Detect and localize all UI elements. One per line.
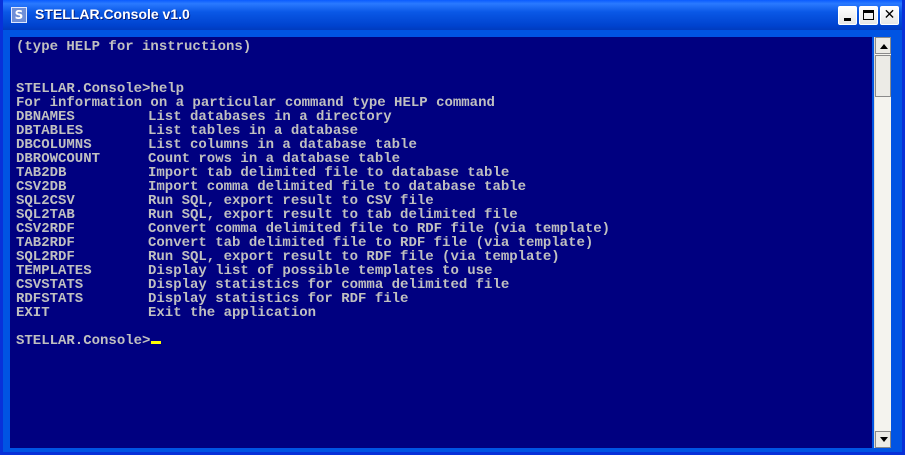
console-line: (type HELP for instructions) — [16, 39, 252, 55]
help-row: CSVSTATS Display statistics for comma del… — [16, 278, 866, 292]
app-icon[interactable]: S — [11, 7, 27, 23]
command-description: Count rows in a database table — [148, 151, 401, 167]
command-name: SQL2CSV — [16, 193, 75, 209]
vertical-scrollbar[interactable] — [874, 37, 891, 448]
command-description: Convert tab delimited file to RDF file (… — [148, 235, 594, 251]
help-row: TAB2RDF Convert tab delimited file to RDF… — [16, 236, 866, 250]
command-description: List databases in a directory — [148, 109, 392, 125]
command-name: CSV2DB — [16, 179, 67, 195]
command-description: List tables in a database — [148, 123, 359, 139]
scroll-thumb[interactable] — [875, 55, 891, 97]
command-description: Convert comma delimited file to RDF file… — [148, 221, 611, 237]
minimize-icon — [844, 18, 851, 21]
prompt-line[interactable]: STELLAR.Console> — [16, 333, 162, 349]
help-row: RDFSTATS Display statistics for RDF file — [16, 292, 866, 306]
command-name: CSVSTATS — [16, 277, 84, 293]
help-row: CSV2DB Import comma delimited file to dat… — [16, 180, 866, 194]
help-row: DBCOLUMNS List columns in a database tabl… — [16, 138, 866, 152]
help-row: TAB2DB Import tab delimited file to datab… — [16, 166, 866, 180]
command-description: Display statistics for comma delimited f… — [148, 277, 510, 293]
command-name: CSV2RDF — [16, 221, 75, 237]
help-row: CSV2RDF Convert comma delimited file to R… — [16, 222, 866, 236]
command-description: Import comma delimited file to database … — [148, 179, 527, 195]
command-name: SQL2RDF — [16, 249, 75, 265]
command-description: Run SQL, export result to RDF file (via … — [148, 249, 560, 265]
close-icon: ✕ — [883, 7, 896, 23]
help-row: TEMPLATES Display list of possible templa… — [16, 264, 866, 278]
arrow-down-icon — [880, 437, 888, 442]
command-description: Display statistics for RDF file — [148, 291, 409, 307]
scroll-down-button[interactable] — [875, 431, 891, 448]
prompt-text: STELLAR.Console> — [16, 333, 151, 349]
text-cursor — [151, 341, 162, 344]
help-row: SQL2RDF Run SQL, export result to RDF fil… — [16, 250, 866, 264]
maximize-button[interactable] — [859, 6, 878, 25]
help-row: EXIT Exit the application — [16, 306, 866, 320]
command-name: DBROWCOUNT — [16, 151, 101, 167]
command-description: List columns in a database table — [148, 137, 417, 153]
console-line: STELLAR.Console>help — [16, 81, 185, 97]
command-description: Run SQL, export result to CSV file — [148, 193, 434, 209]
command-description: Display list of possible templates to us… — [148, 263, 493, 279]
console-output[interactable]: (type HELP for instructions) STELLAR.Con… — [10, 37, 872, 448]
maximize-icon — [863, 10, 874, 20]
command-name: EXIT — [16, 305, 50, 321]
minimize-button[interactable] — [838, 6, 857, 25]
window-title: STELLAR.Console v1.0 — [35, 6, 190, 22]
command-description: Run SQL, export result to tab delimited … — [148, 207, 518, 223]
command-description: Import tab delimited file to database ta… — [148, 165, 510, 181]
help-row: DBNAMES List databases in a directory — [16, 110, 866, 124]
command-name: SQL2TAB — [16, 207, 75, 223]
command-name: DBTABLES — [16, 123, 84, 139]
help-row: DBTABLES List tables in a database — [16, 124, 866, 138]
command-name: DBNAMES — [16, 109, 75, 125]
help-row: SQL2TAB Run SQL, export result to tab del… — [16, 208, 866, 222]
command-name: DBCOLUMNS — [16, 137, 92, 153]
command-name: TEMPLATES — [16, 263, 92, 279]
command-name: TAB2RDF — [16, 235, 75, 251]
console-line: For information on a particular command … — [16, 95, 495, 111]
arrow-up-icon — [880, 44, 888, 49]
command-description: Exit the application — [148, 305, 317, 321]
scroll-up-button[interactable] — [875, 37, 891, 54]
command-name: TAB2DB — [16, 165, 67, 181]
help-row: SQL2CSV Run SQL, export result to CSV fil… — [16, 194, 866, 208]
help-row: DBROWCOUNT Count rows in a database table — [16, 152, 866, 166]
title-bar[interactable]: S STELLAR.Console v1.0 ✕ — [3, 0, 902, 30]
close-button[interactable]: ✕ — [880, 6, 899, 25]
command-name: RDFSTATS — [16, 291, 84, 307]
